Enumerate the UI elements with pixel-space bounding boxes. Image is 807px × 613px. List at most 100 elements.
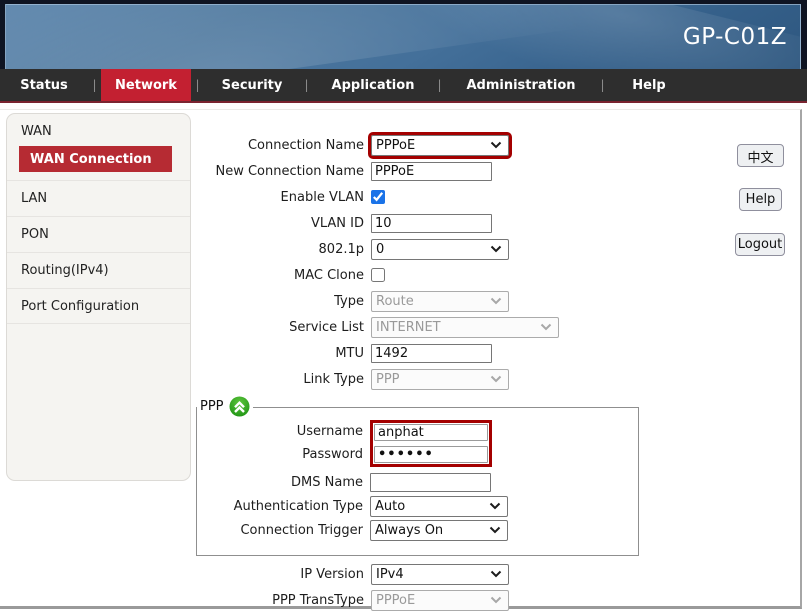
nav-separator: | xyxy=(88,69,101,101)
connection-name-select[interactable]: PPPoE xyxy=(371,135,509,156)
form-row: Type Route xyxy=(197,288,559,314)
dms-name-label: DMS Name xyxy=(197,475,370,490)
form-row: Connection Trigger Always On xyxy=(197,518,638,542)
form-row: MTU xyxy=(197,340,559,366)
chevron-down-icon xyxy=(490,596,502,604)
chevron-down-icon xyxy=(490,141,502,149)
header-banner: GP-C01Z xyxy=(0,0,807,69)
ip-version-label: IP Version xyxy=(197,567,371,582)
nav-separator: | xyxy=(433,69,446,101)
form-row: Service List INTERNET xyxy=(197,314,559,340)
device-title: GP-C01Z xyxy=(683,24,787,50)
sidebar-item-pon[interactable]: PON xyxy=(7,216,190,252)
form-row: DMS Name xyxy=(197,470,638,494)
password-label: Password xyxy=(197,443,370,466)
chevron-down-icon xyxy=(490,375,502,383)
sidebar-item-wan-connection[interactable]: WAN Connection xyxy=(19,146,172,172)
form-row: IP Version IPv4 xyxy=(197,561,509,587)
form-row: 802.1p 0 xyxy=(197,236,559,262)
ip-version-value: IPv4 xyxy=(376,567,404,582)
nav-separator: | xyxy=(596,69,609,101)
ppp-transtype-label: PPP TransType xyxy=(197,593,371,608)
collapse-section-icon[interactable] xyxy=(229,396,250,417)
password-input[interactable] xyxy=(374,446,488,463)
dms-name-input[interactable] xyxy=(370,473,491,492)
authentication-type-label: Authentication Type xyxy=(197,499,370,514)
nav-tab-administration[interactable]: Administration xyxy=(446,69,596,101)
vlan-id-input[interactable] xyxy=(371,214,492,233)
service-list-value: INTERNET xyxy=(376,320,441,335)
link-type-value: PPP xyxy=(376,372,400,387)
sidebar-item-lan[interactable]: LAN xyxy=(7,180,190,216)
connection-trigger-label: Connection Trigger xyxy=(197,523,370,538)
ppp-section: Username Password DMS Name Authenticatio… xyxy=(196,407,639,556)
chevron-down-icon xyxy=(490,297,502,305)
nav-tab-network[interactable]: Network xyxy=(101,69,191,101)
sidebar-item-port-configuration[interactable]: Port Configuration xyxy=(7,288,190,324)
sidebar: WAN WAN Connection LAN PON Routing(IPv4)… xyxy=(6,113,191,481)
link-type-select: PPP xyxy=(371,369,509,390)
form-row: Authentication Type Auto xyxy=(197,494,638,518)
help-button[interactable]: Help xyxy=(739,188,782,211)
connection-name-label: Connection Name xyxy=(197,138,371,153)
form-row: New Connection Name xyxy=(197,158,559,184)
wan-connection-form-bottom: IP Version IPv4 PPP TransType PPPoE xyxy=(197,561,509,613)
form-row: MAC Clone xyxy=(197,262,559,288)
ppp-section-legend: PPP xyxy=(197,396,253,417)
nav-separator: | xyxy=(191,69,204,101)
chevron-down-icon xyxy=(540,323,552,331)
type-value: Route xyxy=(376,294,414,309)
form-row: VLAN ID xyxy=(197,210,559,236)
8021p-label: 802.1p xyxy=(197,242,371,257)
connection-trigger-select[interactable]: Always On xyxy=(370,520,508,541)
nav-separator: | xyxy=(300,69,313,101)
wan-connection-form: Connection Name PPPoE New Connection Nam… xyxy=(197,132,559,392)
8021p-value: 0 xyxy=(376,242,384,257)
service-list-label: Service List xyxy=(197,320,371,335)
username-input[interactable] xyxy=(374,424,488,441)
form-row: PPP TransType PPPoE xyxy=(197,587,509,613)
main-nav: Status | Network | Security | Applicatio… xyxy=(0,69,807,103)
ppp-transtype-select: PPPoE xyxy=(371,590,509,611)
authentication-type-select[interactable]: Auto xyxy=(370,496,508,517)
new-connection-name-label: New Connection Name xyxy=(197,164,371,179)
chevron-down-icon xyxy=(490,245,502,253)
ppp-legend-text: PPP xyxy=(200,399,224,414)
connection-name-value: PPPoE xyxy=(376,138,415,153)
authentication-type-value: Auto xyxy=(375,499,405,514)
sidebar-item-routing-ipv4[interactable]: Routing(IPv4) xyxy=(7,252,190,288)
header-banner-gradient xyxy=(5,4,801,69)
mtu-input[interactable] xyxy=(371,344,492,363)
vlan-id-label: VLAN ID xyxy=(197,216,371,231)
mac-clone-checkbox[interactable] xyxy=(371,268,385,282)
ppp-transtype-value: PPPoE xyxy=(376,593,415,608)
type-select: Route xyxy=(371,291,509,312)
connection-trigger-value: Always On xyxy=(375,523,443,538)
chevron-down-icon xyxy=(489,502,501,510)
ip-version-select[interactable]: IPv4 xyxy=(371,564,509,585)
mtu-label: MTU xyxy=(197,346,371,361)
nav-tab-security[interactable]: Security xyxy=(204,69,300,101)
username-label: Username xyxy=(197,420,370,443)
mac-clone-label: MAC Clone xyxy=(197,268,371,283)
enable-vlan-checkbox[interactable] xyxy=(371,190,385,204)
service-list-select: INTERNET xyxy=(371,317,559,338)
nav-tab-application[interactable]: Application xyxy=(313,69,433,101)
form-row: Link Type PPP xyxy=(197,366,559,392)
nav-tab-status[interactable]: Status xyxy=(0,69,88,101)
link-type-label: Link Type xyxy=(197,372,371,387)
chevron-down-icon xyxy=(490,570,502,578)
type-label: Type xyxy=(197,294,371,309)
new-connection-name-input[interactable] xyxy=(371,162,492,181)
8021p-select[interactable]: 0 xyxy=(371,239,509,260)
sidebar-group-wan[interactable]: WAN xyxy=(21,124,52,139)
credentials-highlight-group: Username Password xyxy=(197,420,638,467)
credentials-red-border xyxy=(370,420,492,467)
nav-tab-help[interactable]: Help xyxy=(609,69,689,101)
language-button[interactable]: 中文 xyxy=(737,144,784,167)
form-row: Enable VLAN xyxy=(197,184,559,210)
logout-button[interactable]: Logout xyxy=(735,233,785,256)
enable-vlan-label: Enable VLAN xyxy=(197,190,371,205)
sidebar-list: LAN PON Routing(IPv4) Port Configuration xyxy=(7,180,190,324)
chevron-down-icon xyxy=(489,526,501,534)
